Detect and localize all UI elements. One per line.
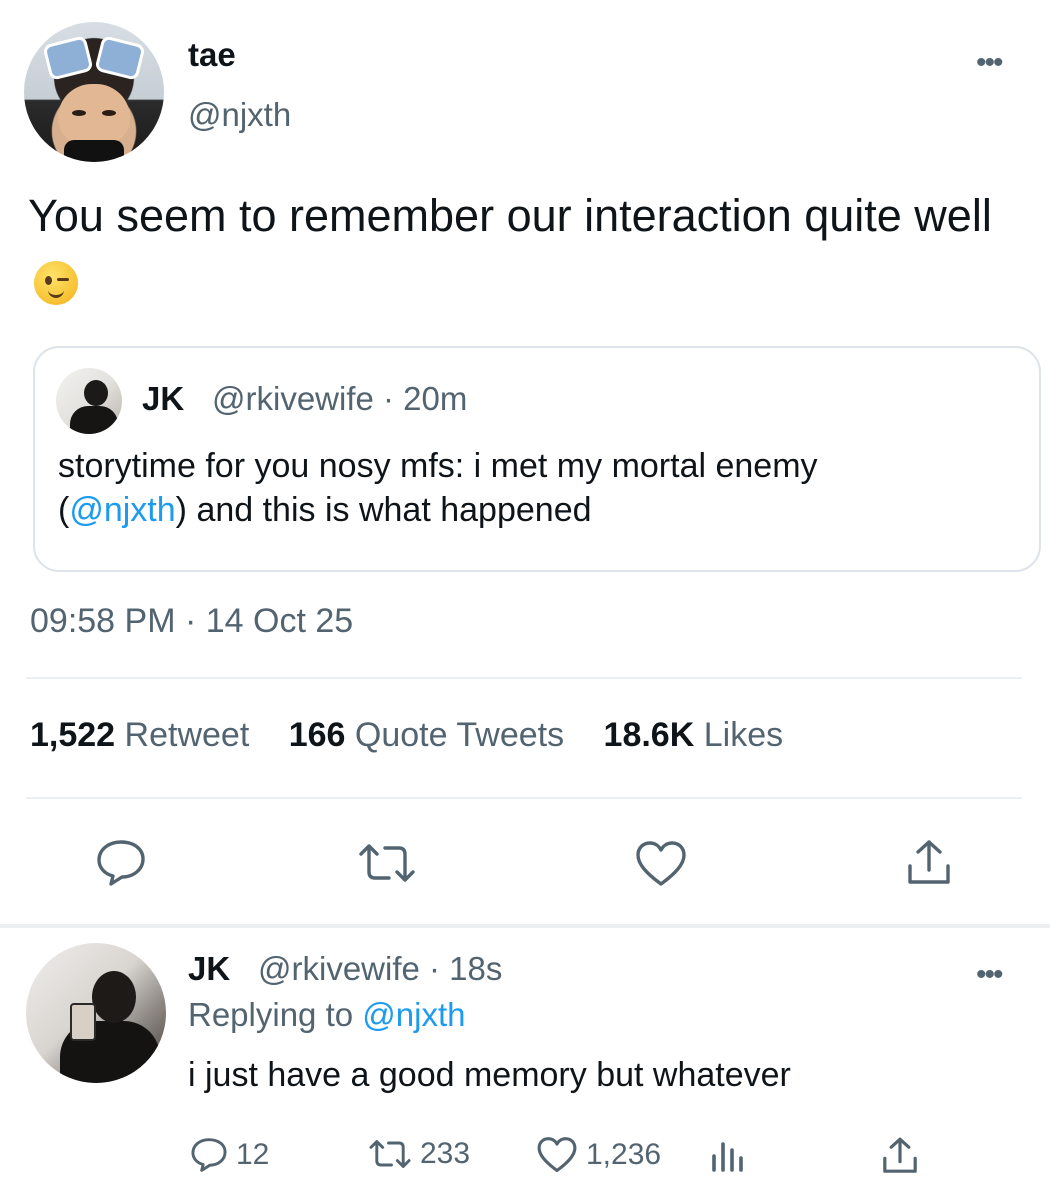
quote-label: Quote Tweets [354, 716, 565, 754]
quote-count: 166 [288, 716, 346, 754]
headband-ear-right [94, 35, 146, 81]
reply-share-button[interactable] [880, 1136, 920, 1176]
reply-more-options-button[interactable]: ••• [976, 958, 1003, 992]
retweet-icon [359, 844, 415, 882]
mention-link[interactable]: @njxth [69, 491, 175, 529]
headband-ear-left [42, 35, 94, 81]
reply-author-avatar[interactable] [26, 943, 166, 1083]
avatar-head [92, 971, 136, 1023]
reply-author-name[interactable]: JK [188, 950, 230, 988]
thread-separator [0, 924, 1050, 928]
quoted-text-line2: (@njxth) and this is what happened [58, 488, 1018, 532]
replying-to-label: Replying to [188, 996, 354, 1033]
retweet-count: 1,522 [30, 716, 116, 754]
retweet-stat[interactable]: 1,522 Retweet [30, 716, 249, 754]
quote-tweets-stat[interactable]: 166 Quote Tweets [289, 716, 564, 754]
reply-author-meta: @rkivewife · 18s [258, 950, 503, 987]
reply-bubble-icon [97, 840, 145, 886]
avatar-body [70, 406, 118, 434]
replying-to: Replying to @njxth [188, 996, 466, 1034]
retweet-label: Retweet [124, 716, 250, 754]
avatar-mask [64, 140, 124, 162]
share-icon [908, 840, 950, 884]
winking-face-emoji-icon [34, 261, 78, 305]
likes-count: 18.6K [603, 716, 695, 754]
reply-button[interactable] [95, 838, 147, 888]
retweet-button[interactable] [357, 840, 417, 886]
author-handle[interactable]: @njxth [188, 96, 291, 134]
author-name[interactable]: tae [188, 36, 236, 74]
quoted-author-meta: @rkivewife · 20m [212, 380, 468, 417]
reply-bubble-icon [191, 1138, 227, 1172]
reply-retweet-button[interactable]: 233 [368, 1136, 470, 1172]
tweet-stats: 1,522 Retweet 166 Quote Tweets 18.6K Lik… [30, 716, 813, 755]
share-icon [883, 1137, 917, 1173]
tweet-timestamp[interactable]: 09:58 PM · 14 Oct 25 [30, 602, 353, 641]
retweet-icon [369, 1140, 411, 1168]
reply-reply-button[interactable]: 12 [190, 1136, 269, 1174]
replying-to-handle-link[interactable]: @njxth [362, 996, 465, 1033]
reply-analytics-button[interactable] [710, 1136, 746, 1172]
reply-retweets-count: 233 [420, 1137, 471, 1170]
reply-text: i just have a good memory but whatever [188, 1056, 791, 1094]
heart-icon [537, 1137, 577, 1173]
author-avatar[interactable] [24, 22, 164, 162]
paren-open: ( [58, 491, 70, 529]
avatar-eye-right [102, 110, 116, 116]
heart-icon [636, 841, 686, 886]
like-button[interactable] [634, 840, 688, 888]
reply-like-button[interactable]: 1,236 [536, 1136, 661, 1174]
quoted-text-end: ) and this is what happened [175, 491, 592, 529]
likes-stat[interactable]: 18.6K Likes [604, 716, 784, 754]
divider [26, 677, 1022, 679]
reply-likes-count: 1,236 [586, 1138, 662, 1171]
likes-label: Likes [703, 716, 784, 754]
tweet-text: You seem to remember our interaction qui… [28, 182, 1028, 318]
more-options-button[interactable]: ••• [976, 46, 1003, 80]
emoji-mouth [48, 288, 64, 298]
analytics-bars-icon [712, 1142, 743, 1172]
quoted-author-avatar[interactable] [56, 368, 122, 434]
divider [26, 797, 1022, 799]
quoted-tweet-text: storytime for you nosy mfs: i met my mor… [58, 444, 1018, 532]
quoted-author-name[interactable]: JK [142, 380, 184, 418]
avatar-head [84, 380, 108, 406]
avatar-phone [70, 1003, 96, 1041]
avatar-face [58, 84, 130, 146]
quoted-text-line1: storytime for you nosy mfs: i met my mor… [58, 447, 818, 485]
avatar-eye-left [72, 110, 86, 116]
reply-replies-count: 12 [236, 1138, 270, 1171]
tweet-text-content: You seem to remember our interaction qui… [28, 190, 992, 241]
share-button[interactable] [904, 838, 954, 888]
